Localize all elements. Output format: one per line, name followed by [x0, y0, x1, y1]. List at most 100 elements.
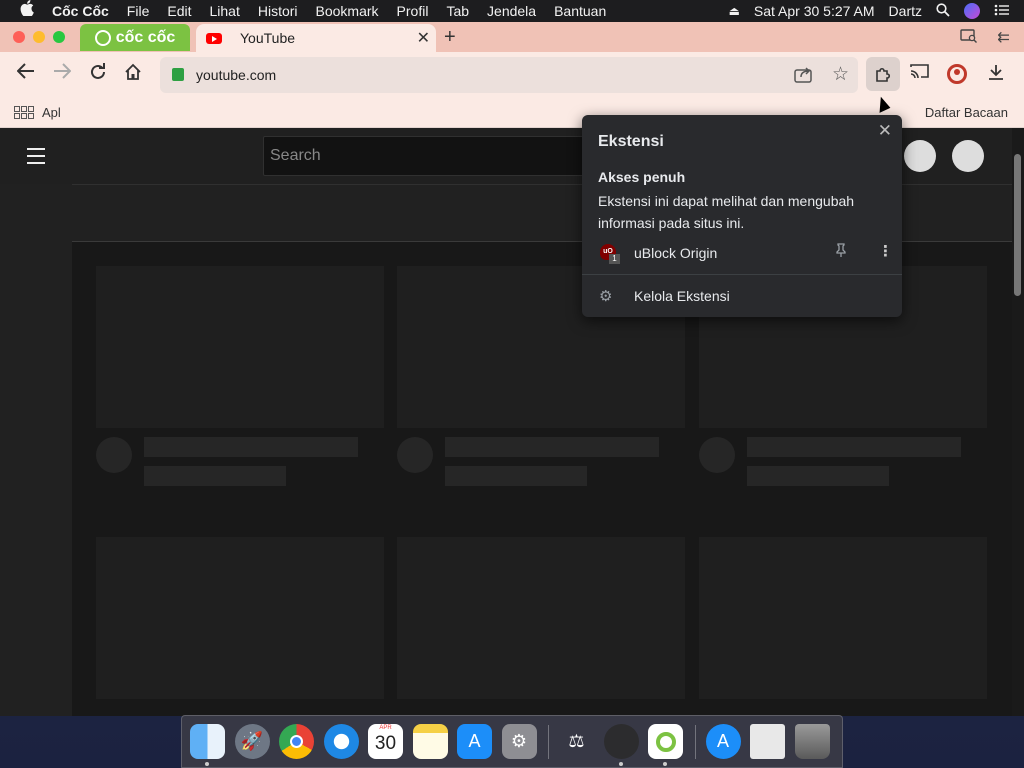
forward-button[interactable] — [53, 63, 72, 85]
home-button[interactable] — [124, 63, 142, 87]
downloads-icon[interactable] — [987, 63, 1005, 87]
avatar-skeleton — [397, 437, 433, 473]
safari-icon[interactable] — [323, 724, 359, 759]
desktop: Cốc Cốc File Edit Lihat Histori Bookmark… — [0, 0, 1024, 768]
app-store-downloads-icon[interactable]: A — [705, 724, 741, 759]
apps-label: Apl — [42, 105, 61, 120]
meta-skeleton — [445, 466, 587, 486]
menu-edit[interactable]: Edit — [158, 0, 200, 22]
menu-datetime[interactable]: Sat Apr 30 5:27 AM — [754, 3, 875, 19]
manage-extensions-item[interactable]: ⚙ Kelola Ekstensi — [582, 285, 902, 309]
menu-app-name[interactable]: Cốc Cốc — [43, 0, 118, 22]
notes-icon[interactable] — [412, 724, 448, 759]
running-indicator — [205, 762, 209, 766]
title-skeleton — [747, 437, 961, 457]
eject-icon[interactable]: ⏏ — [729, 4, 740, 18]
sidebar-toggle-icon[interactable]: ⇇ — [997, 28, 1010, 46]
full-access-heading: Akses penuh — [598, 169, 686, 185]
system-preferences-icon[interactable]: ⚙ — [501, 724, 537, 759]
coccoc-brand-label: cốc cốc — [115, 28, 176, 46]
pin-icon[interactable] — [835, 243, 847, 260]
menu-tab[interactable]: Tab — [437, 0, 478, 22]
thumbnail-skeleton — [96, 537, 384, 699]
popup-close-button[interactable]: ✕ — [878, 121, 892, 141]
hamburger-menu-icon[interactable] — [27, 148, 45, 169]
thumbnail-skeleton — [96, 266, 384, 428]
address-url[interactable]: youtube.com — [196, 67, 276, 83]
spotlight-search-icon[interactable] — [936, 2, 950, 20]
tab-search-icon[interactable] — [960, 29, 978, 46]
popup-title: Ekstensi — [598, 133, 664, 150]
video-card-skeleton — [699, 537, 987, 699]
avatar-skeleton — [699, 437, 735, 473]
address-bar[interactable]: youtube.com ☆ — [160, 57, 858, 93]
calendar-day: 30 — [374, 733, 397, 754]
menu-window[interactable]: Jendela — [478, 0, 545, 22]
menu-history[interactable]: Histori — [249, 0, 307, 22]
menu-help[interactable]: Bantuan — [545, 0, 615, 22]
extension-row-ublock[interactable]: uO 1 uBlock Origin ⋮ — [582, 240, 902, 266]
coccoc-icon[interactable] — [648, 724, 683, 766]
reload-button[interactable] — [89, 63, 107, 87]
siri-icon[interactable] — [964, 3, 980, 19]
manage-extensions-label: Kelola Ekstensi — [634, 288, 730, 304]
video-card-skeleton — [96, 537, 384, 699]
bookmark-star-icon[interactable]: ☆ — [832, 63, 849, 86]
finder-icon[interactable] — [190, 724, 225, 766]
youtube-favicon-icon — [206, 32, 222, 44]
thumbnail-skeleton — [699, 537, 987, 699]
gear-icon: ⚙ — [599, 288, 613, 305]
dock-separator — [548, 724, 549, 759]
profile-avatar-icon[interactable] — [947, 64, 967, 84]
apps-grid-icon — [14, 106, 34, 119]
bookmark-apps[interactable]: Apl — [14, 105, 61, 120]
launchpad-icon[interactable]: 🚀 — [234, 724, 270, 759]
app-store-icon[interactable]: A — [457, 724, 492, 759]
new-tab-button[interactable]: + — [444, 26, 456, 49]
page-scrollbar[interactable] — [1012, 128, 1024, 716]
meta-skeleton — [144, 466, 286, 486]
youtube-search-box[interactable] — [263, 136, 603, 176]
menu-bookmarks[interactable]: Bookmark — [307, 0, 388, 22]
coccoc-logo-tab[interactable]: cốc cốc — [80, 24, 190, 51]
thumbnail-skeleton — [397, 537, 685, 699]
tab-close-button[interactable]: ✕ — [417, 28, 430, 48]
apple-icon[interactable] — [0, 0, 43, 23]
document-icon[interactable] — [750, 724, 785, 759]
menu-view[interactable]: Lihat — [200, 0, 248, 22]
share-icon[interactable] — [794, 65, 814, 88]
reading-list-button[interactable]: Daftar Bacaan — [925, 105, 1008, 120]
scrollbar-thumb[interactable] — [1014, 154, 1021, 296]
tab-youtube[interactable]: YouTube ✕ — [196, 24, 436, 52]
cast-icon[interactable] — [910, 63, 930, 85]
menu-profile[interactable]: Profil — [388, 0, 438, 22]
secure-lock-icon[interactable] — [172, 68, 184, 81]
header-avatar-placeholder[interactable] — [952, 140, 984, 172]
window-close-button[interactable] — [13, 31, 25, 43]
menu-bar-status: ⏏ Sat Apr 30 5:27 AM Dartz — [729, 0, 1024, 22]
back-button[interactable] — [16, 63, 35, 85]
more-options-icon[interactable]: ⋮ — [878, 242, 893, 260]
coccoc-logo-icon — [94, 29, 111, 46]
trash-icon[interactable] — [794, 724, 830, 759]
extensions-puzzle-icon[interactable] — [866, 57, 900, 91]
header-placeholder-circle[interactable] — [904, 140, 936, 172]
calendar-month: APR — [379, 725, 392, 731]
chrome-icon[interactable] — [279, 724, 314, 759]
meta-skeleton — [747, 466, 889, 486]
video-card-skeleton — [397, 537, 685, 699]
dock-separator — [694, 724, 696, 759]
calendar-icon[interactable]: APR 30 — [368, 724, 403, 759]
extensions-popup: Ekstensi ✕ Akses penuh Ekstensi ini dapa… — [582, 115, 902, 317]
extension-name[interactable]: uBlock Origin — [634, 245, 717, 261]
macos-menu-bar: Cốc Cốc File Edit Lihat Histori Bookmark… — [0, 0, 1024, 22]
window-zoom-button[interactable] — [53, 31, 65, 43]
menu-user[interactable]: Dartz — [889, 3, 922, 19]
window-minimize-button[interactable] — [33, 31, 45, 43]
color-meter-icon[interactable] — [603, 724, 639, 766]
control-center-icon[interactable] — [994, 3, 1010, 19]
instruments-icon[interactable]: ⚖ — [559, 724, 594, 759]
browser-window: cốc cốc YouTube ✕ + ⇇ youtube.com ☆ Apl … — [0, 22, 1024, 716]
youtube-search-input[interactable] — [264, 137, 602, 175]
menu-file[interactable]: File — [118, 0, 159, 22]
